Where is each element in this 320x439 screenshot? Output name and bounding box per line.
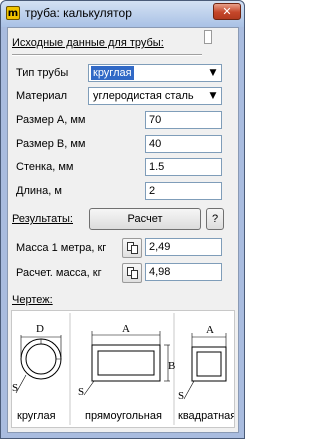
calculate-button[interactable]: Расчет — [89, 208, 201, 230]
material-label: Материал — [16, 90, 67, 102]
size-a-label: Размер А, мм — [16, 114, 86, 126]
pipe-type-label: Тип трубы — [16, 67, 69, 79]
pipe-sections-drawing: D S круглая A B S прямоугольная A S квад… — [12, 313, 236, 425]
drawings-panel: D S круглая A B S прямоугольная A S квад… — [11, 310, 236, 428]
pipe-type-select[interactable]: круглая ▼ — [88, 64, 222, 82]
square-pipe-drawing: A S квадратная — [178, 324, 236, 422]
wall-input[interactable]: 1.5 — [145, 158, 222, 176]
square-dim-s: S — [178, 390, 184, 402]
divider — [12, 54, 202, 56]
drawing-heading: Чертеж: — [12, 294, 53, 306]
total-mass-output[interactable]: 4,98 — [145, 263, 222, 281]
app-window: m труба: калькулятор ✕ Исходные данные д… — [0, 0, 245, 439]
wall-label: Стенка, мм — [16, 161, 74, 173]
window-title: труба: калькулятор — [25, 6, 132, 20]
close-button[interactable]: ✕ — [213, 3, 241, 20]
rect-dim-b: B — [168, 360, 175, 372]
collapse-toggle[interactable] — [204, 30, 212, 44]
round-dim-d: D — [36, 323, 44, 335]
title-bar[interactable]: m труба: калькулятор ✕ — [1, 1, 244, 27]
copy-icon[interactable] — [122, 263, 142, 283]
results-heading: Результаты: — [12, 213, 73, 225]
rect-caption: прямоугольная — [85, 410, 162, 422]
size-b-label: Размер В, мм — [16, 138, 86, 150]
material-value: углеродистая сталь — [93, 90, 194, 102]
round-caption: круглая — [17, 410, 56, 422]
size-b-input[interactable]: 40 — [145, 135, 222, 153]
total-mass-label: Расчет. масса, кг — [16, 267, 102, 279]
mass-per-meter-output[interactable]: 2,49 — [145, 238, 222, 256]
length-input[interactable]: 2 — [145, 182, 222, 200]
mass-per-meter-label: Масса 1 метра, кг — [16, 242, 107, 254]
app-logo-icon: m — [6, 6, 20, 20]
rect-dim-a: A — [122, 323, 130, 335]
square-dim-a: A — [206, 324, 214, 336]
material-select[interactable]: углеродистая сталь ▼ — [88, 87, 222, 105]
pipe-type-value: круглая — [91, 66, 134, 80]
round-pipe-drawing: D S круглая — [12, 323, 62, 422]
rect-pipe-drawing: A B S прямоугольная — [78, 323, 175, 422]
copy-icon[interactable] — [122, 238, 142, 258]
round-dim-s: S — [12, 382, 18, 394]
chevron-down-icon[interactable]: ▼ — [205, 65, 221, 81]
rect-dim-s: S — [78, 386, 84, 398]
size-a-input[interactable]: 70 — [145, 111, 222, 129]
square-caption: квадратная — [178, 410, 234, 422]
length-label: Длина, м — [16, 185, 62, 197]
chevron-down-icon[interactable]: ▼ — [205, 88, 221, 104]
client-area: Исходные данные для трубы: Тип трубы кру… — [7, 27, 239, 433]
help-button[interactable]: ? — [206, 208, 224, 230]
inputs-heading: Исходные данные для трубы: — [12, 37, 164, 49]
